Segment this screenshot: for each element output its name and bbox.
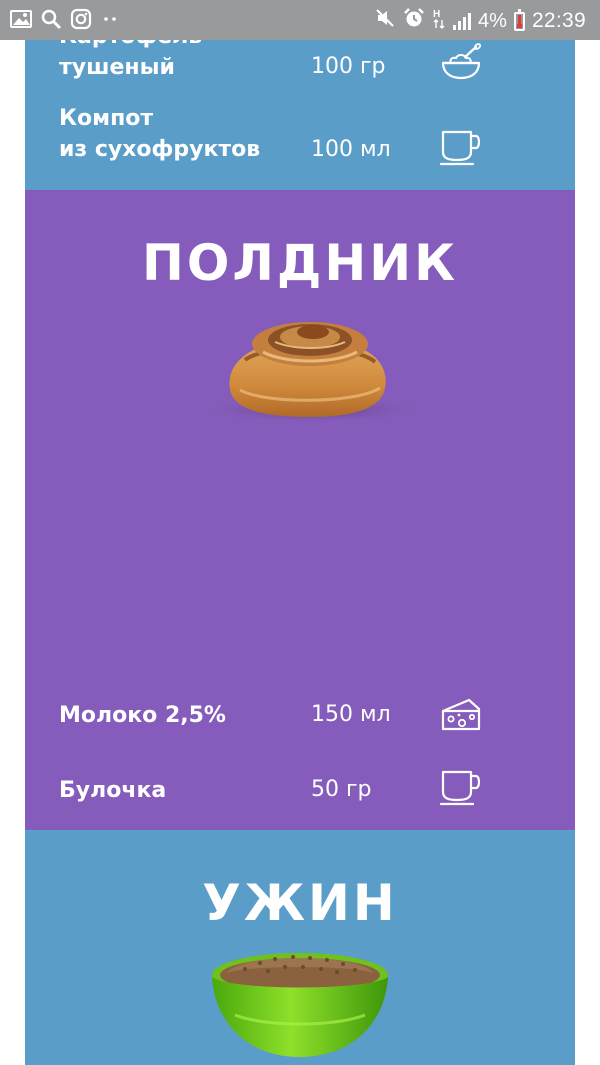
menu-item-name: Молоко 2,5% (59, 703, 226, 728)
clock: 22:39 (531, 9, 586, 32)
cheese-icon (441, 698, 481, 731)
menu-item-quantity: 100 мл (311, 137, 391, 162)
svg-text:H: H (433, 9, 440, 20)
snack-section: ПОЛДНИК Молоко 2,5% 150 мл Булочка 50 гр (25, 190, 575, 830)
search-icon (40, 8, 62, 35)
dinner-section: УЖИН (25, 830, 575, 1065)
bowl-icon (441, 43, 482, 80)
cinnamon-bun-image (195, 322, 431, 424)
signal-icon (453, 12, 472, 30)
buckwheat-bowl-image (212, 953, 388, 1057)
section-title: ПОЛДНИК (142, 234, 458, 292)
menu-item-quantity: 100 гр (311, 54, 386, 79)
alarm-icon (403, 7, 425, 35)
menu-item-name: Компот из сухофруктов (59, 106, 261, 162)
more-notifications-icon (100, 9, 122, 34)
network-type-icon: H (432, 7, 446, 35)
instagram-icon (70, 8, 92, 35)
menu-item-name: Булочка (59, 778, 167, 803)
section-title: УЖИН (202, 874, 398, 932)
menu-item-quantity: 50 гр (311, 777, 372, 802)
cup-icon (439, 130, 481, 166)
battery-percent: 4% (478, 9, 507, 32)
battery-icon (513, 8, 525, 31)
mute-icon (374, 7, 396, 35)
gallery-icon (10, 9, 32, 34)
menu-item-quantity: 150 мл (311, 702, 391, 727)
cup-icon (439, 770, 481, 806)
menu-item-name: Картофель тушеный (59, 40, 202, 80)
status-bar: H 4% 22:39 (0, 0, 600, 40)
lunch-section: Картофель тушеный 100 гр Компот из сухоф… (25, 40, 575, 190)
